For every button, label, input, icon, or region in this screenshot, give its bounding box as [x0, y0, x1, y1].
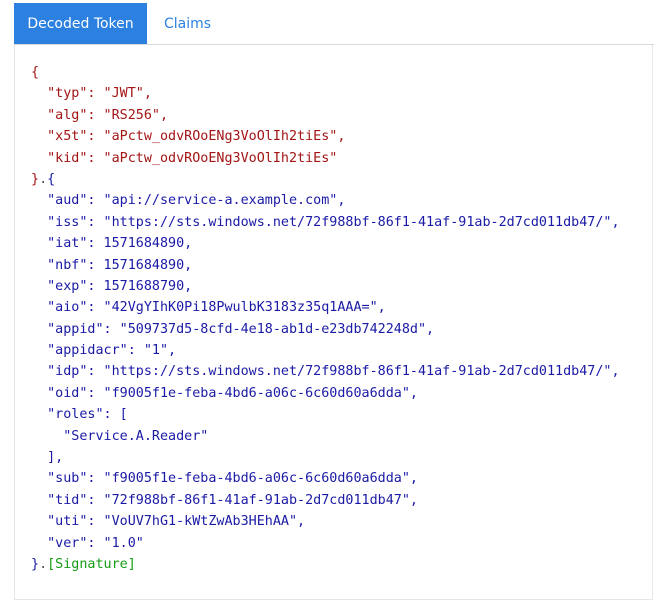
payload-json-line: "tid": "72f988bf-86f1-41af-91ab-2d7cd011…	[31, 492, 418, 508]
tab-claims-label: Claims	[164, 15, 212, 32]
payload-open-brace: {	[47, 171, 56, 187]
payload-json-line: "ver": "1.0"	[31, 535, 144, 551]
header-payload-separator-line: }.{	[31, 169, 620, 190]
tab-bar: Decoded Token Claims	[14, 3, 654, 45]
payload-json-line: "roles": [	[31, 407, 128, 423]
payload-json-line: "aio": "42VgYIhK0Pi18PwulbK3183z35q1AAA=…	[31, 300, 386, 316]
header-json-line: "kid": "aPctw_odvROoENg3VoOlIh2tiEs"	[31, 150, 338, 166]
payload-json-line: "aud": "api://service-a.example.com",	[31, 193, 346, 209]
header-json-line: "alg": "RS256",	[31, 107, 169, 123]
payload-close-brace: }	[31, 556, 40, 572]
decoded-token-code: { "typ": "JWT", "alg": "RS256", "x5t": "…	[31, 62, 620, 575]
payload-json-line: "appid": "509737d5-8cfd-4e18-ab1d-e23db7…	[31, 321, 435, 337]
payload-json-line: "uti": "VoUV7hG1-kWtZwAb3HEhAA",	[31, 514, 306, 530]
payload-signature-separator-line: }.[Signature]	[31, 554, 620, 575]
payload-json-line: "sub": "f9005f1e-feba-4bd6-a06c-6c60d60a…	[31, 471, 418, 487]
tab-decoded-token[interactable]: Decoded Token	[14, 3, 147, 44]
separator-dot: .	[39, 171, 48, 187]
payload-json-line: "iss": "https://sts.windows.net/72f988bf…	[31, 214, 620, 230]
token-payload-block: "aud": "api://service-a.example.com", "i…	[31, 190, 620, 554]
signature-placeholder: [Signature]	[47, 556, 136, 572]
token-header-block: { "typ": "JWT", "alg": "RS256", "x5t": "…	[31, 62, 620, 169]
payload-json-line: ],	[31, 450, 64, 466]
tab-decoded-token-label: Decoded Token	[27, 15, 134, 32]
payload-json-line: "idp": "https://sts.windows.net/72f988bf…	[31, 364, 620, 380]
payload-json-line: "appidacr": "1",	[31, 343, 177, 359]
tab-claims[interactable]: Claims	[147, 3, 227, 44]
header-json-line: "x5t": "aPctw_odvROoENg3VoOlIh2tiEs",	[31, 129, 346, 145]
payload-json-line: "exp": 1571688790,	[31, 278, 193, 294]
header-close-brace: }	[31, 171, 40, 187]
separator-dot-2: .	[39, 556, 48, 572]
header-json-line: "typ": "JWT",	[31, 86, 152, 102]
payload-json-line: "iat": 1571684890,	[31, 236, 193, 252]
payload-json-line: "oid": "f9005f1e-feba-4bd6-a06c-6c60d60a…	[31, 385, 418, 401]
payload-json-line: "nbf": 1571684890,	[31, 257, 193, 273]
payload-json-line: "Service.A.Reader"	[31, 428, 209, 444]
decoded-token-panel: { "typ": "JWT", "alg": "RS256", "x5t": "…	[14, 45, 653, 600]
header-json-line: {	[31, 65, 40, 80]
